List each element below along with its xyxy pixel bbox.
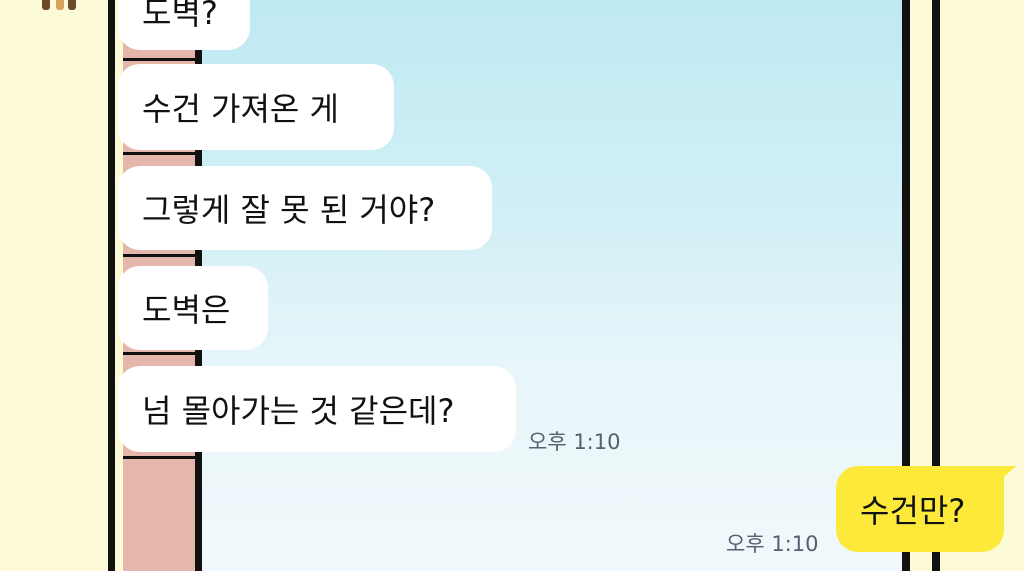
avatar-ear-icon [68, 0, 76, 10]
message-bubble[interactable]: 도벽은 [118, 266, 268, 350]
message-text: 그렇게 잘 못 된 거야? [142, 191, 436, 229]
avatar-ear-icon [56, 0, 64, 10]
message-bubble[interactable]: 그렇게 잘 못 된 거야? [118, 166, 492, 250]
message-text: 수건만? [860, 492, 966, 530]
message-timestamp: 오후 1:10 [528, 430, 621, 454]
message-text: 도벽? [142, 0, 218, 32]
message-bubble[interactable]: 넘 몰아가는 것 같은데? [118, 366, 516, 452]
message-text: 도벽은 [142, 291, 231, 329]
message-bubble[interactable]: 도벽? [118, 0, 250, 50]
phone-frame-left [108, 0, 115, 571]
my-message-bubble[interactable]: 수건만? [836, 466, 1016, 552]
side-strip-divider [123, 456, 202, 459]
message-bubble[interactable]: 수건 가져온 게 [118, 64, 394, 150]
message-text: 수건 가져온 게 [142, 90, 339, 128]
side-strip-divider [123, 254, 202, 257]
side-strip-divider [123, 58, 202, 61]
message-text: 넘 몰아가는 것 같은데? [142, 392, 455, 430]
left-margin [0, 0, 108, 571]
side-strip-divider [123, 152, 202, 155]
bubble-tail-icon [994, 466, 1016, 486]
avatar-ear-icon [42, 0, 50, 10]
message-timestamp: 오후 1:10 [726, 532, 819, 556]
side-strip-divider [123, 352, 202, 355]
